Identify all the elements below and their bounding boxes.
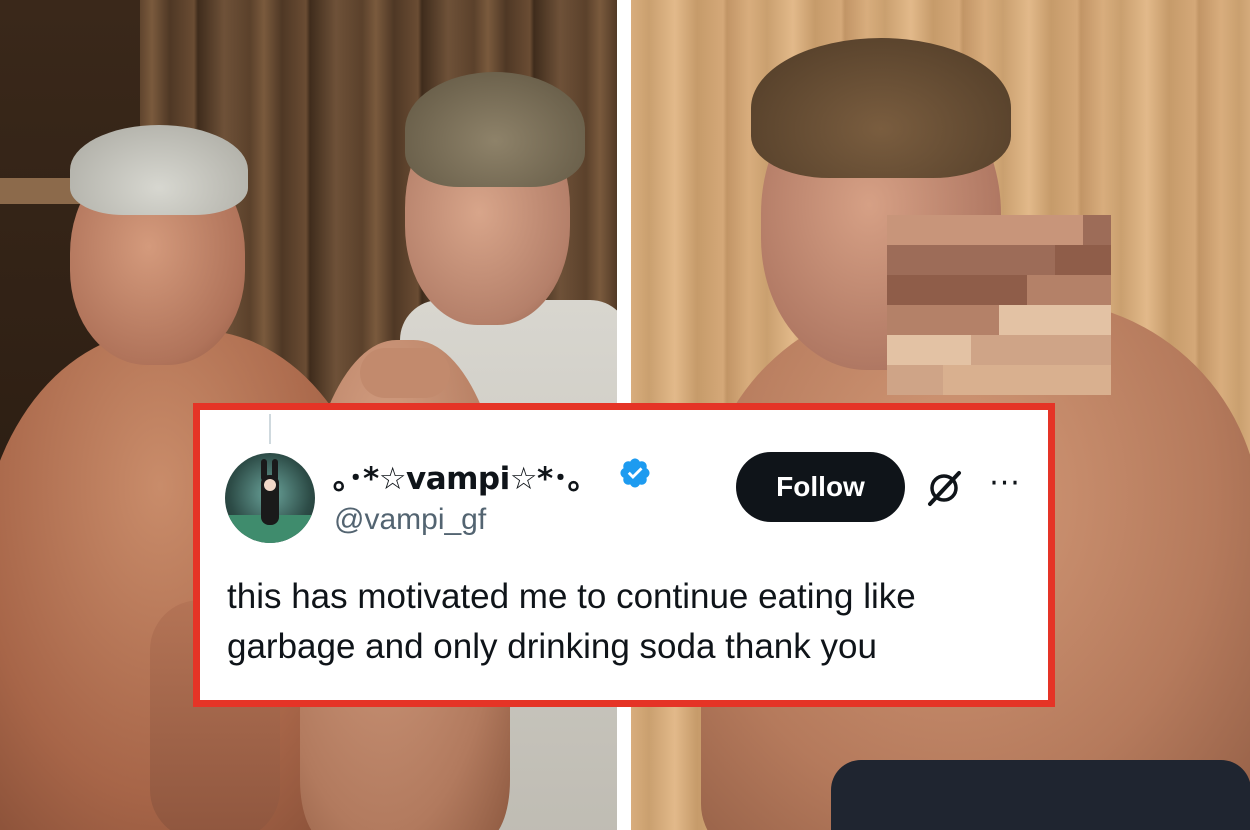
dark-pants [831, 760, 1250, 830]
pixel-tile [943, 275, 971, 305]
pixel-tile [915, 215, 943, 245]
man-left-hair [70, 125, 248, 215]
pixel-tile [887, 305, 915, 335]
display-name[interactable]: ｡･*☆vampi☆*･｡ [333, 453, 583, 497]
avatar[interactable] [225, 453, 315, 543]
pixel-tile [999, 275, 1027, 305]
pixel-tile [1027, 215, 1055, 245]
pixel-tile [943, 245, 971, 275]
man-hair [751, 38, 1011, 178]
pixel-tile [915, 305, 943, 335]
tweet-text: this has motivated me to continue eating… [227, 577, 916, 666]
pixel-tile [915, 275, 943, 305]
pixel-tile [1055, 215, 1083, 245]
pixel-tile [1027, 335, 1055, 365]
pixel-tile [915, 245, 943, 275]
more-options-icon[interactable]: ··· [980, 464, 1030, 504]
pixel-tile [887, 245, 915, 275]
pixel-tile [1055, 335, 1083, 365]
pixelated-blur [887, 215, 1111, 395]
pixel-tile [915, 335, 943, 365]
pixel-tile [971, 305, 999, 335]
pixel-tile [887, 335, 915, 365]
pixel-tile [971, 365, 999, 395]
pixel-tile [1083, 275, 1111, 305]
pixel-tile [1083, 215, 1111, 245]
pixel-tile [1055, 245, 1083, 275]
grok-icon[interactable] [924, 468, 964, 508]
pixel-tile [999, 305, 1027, 335]
pixel-tile [887, 365, 915, 395]
pixel-tile [971, 215, 999, 245]
pixel-tile [1083, 335, 1111, 365]
pixel-tile [999, 365, 1027, 395]
tweet-card: ｡･*☆vampi☆*･｡ @vampi_gf Follow ··· this … [193, 403, 1055, 707]
pixel-tile [1027, 365, 1055, 395]
pixel-tile [943, 305, 971, 335]
pixel-tile [1027, 275, 1055, 305]
pixel-tile [999, 245, 1027, 275]
handle[interactable]: @vampi_gf [334, 503, 486, 537]
pixel-tile [943, 215, 971, 245]
man-right-hair [405, 72, 585, 187]
pixel-tile [999, 335, 1027, 365]
pixel-tile [971, 245, 999, 275]
pixel-tile [887, 215, 915, 245]
pixel-tile [915, 365, 943, 395]
pixel-tile [943, 335, 971, 365]
pixel-tile [1083, 245, 1111, 275]
thread-line [269, 414, 271, 444]
verified-badge-icon [620, 458, 650, 488]
pixel-tile [1083, 365, 1111, 395]
pixel-tile [1027, 245, 1055, 275]
pixel-tile [1083, 305, 1111, 335]
pixel-tile [1055, 305, 1083, 335]
hand-on-shoulder [360, 348, 450, 398]
pixel-tile [1055, 365, 1083, 395]
follow-button[interactable]: Follow [736, 452, 905, 522]
pixel-tile [971, 275, 999, 305]
pixel-tile [887, 275, 915, 305]
pixel-tile [1055, 275, 1083, 305]
pixel-tile [971, 335, 999, 365]
pixel-tile [1027, 305, 1055, 335]
pixel-tile [999, 215, 1027, 245]
pixel-tile [943, 365, 971, 395]
